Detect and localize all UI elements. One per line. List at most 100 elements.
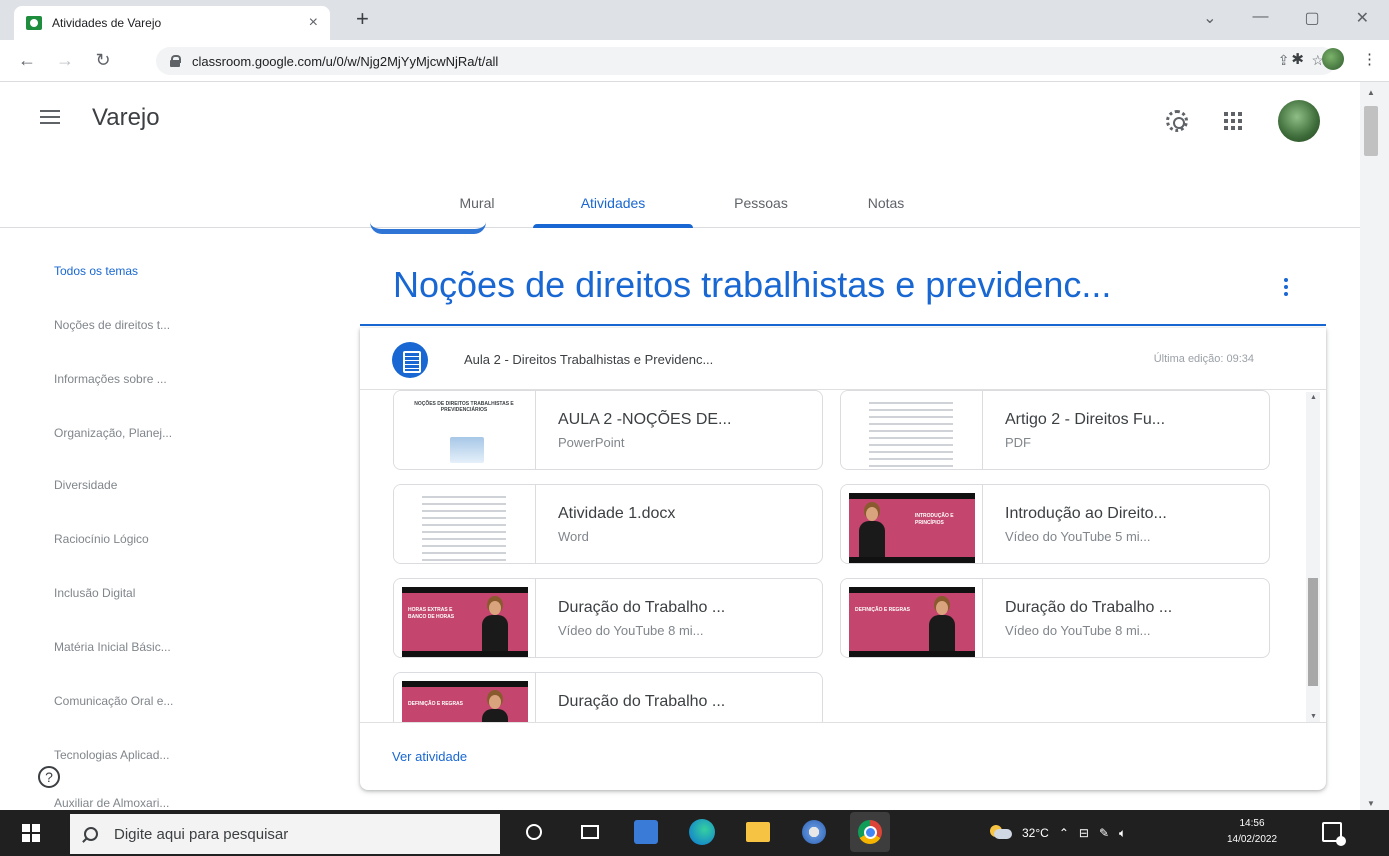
file-explorer-icon[interactable] [746,822,770,842]
assignment-card: Aula 2 - Direitos Trabalhistas e Previde… [360,328,1326,790]
tab-search-icon[interactable]: ⌄ [1203,8,1216,28]
sidebar-item-topic[interactable]: Matéria Inicial Básic... [54,640,171,654]
reload-icon[interactable]: ↻ [92,50,114,71]
taskbar-clock[interactable]: 14:56 14/02/2022 [1220,816,1284,848]
video-thumbnail-caption: DEFINIÇÃO E REGRAS [408,701,464,707]
lock-icon[interactable] [170,55,181,67]
forward-icon[interactable]: → [54,50,76,71]
attachment-type: Vídeo do YouTube 5 mi... [1005,529,1151,544]
attachment-name: Duração do Trabalho ... [558,599,726,616]
sidebar-item-topic[interactable]: Raciocínio Lógico [54,532,149,546]
classroom-favicon-icon [26,16,42,30]
topics-sidebar: Todos os temas Noções de direitos t... I… [0,230,340,810]
task-view-icon[interactable] [581,825,599,839]
attachment-thumbnail: DEFINIÇÃO E REGRAS [394,673,536,722]
scroll-up-arrow-icon[interactable]: ▲ [1310,394,1317,401]
attachment-name: Introdução ao Direito... [1005,505,1167,522]
sidebar-item-topic[interactable]: Noções de direitos t... [54,318,170,332]
attachment-type: Vídeo do YouTube 8 mi... [1005,623,1151,638]
scroll-up-arrow-icon[interactable]: ▲ [1367,88,1375,97]
temperature[interactable]: 32°C [1022,826,1049,840]
windows-start-icon[interactable] [22,824,40,842]
back-icon[interactable]: ← [16,50,38,71]
google-apps-icon[interactable] [1224,112,1242,130]
url-text: classroom.google.com/u/0/w/Njg2MjYyMjcwN… [192,53,499,69]
paint-app-icon[interactable] [802,820,826,844]
page-scrollbar[interactable]: ▲ ▼ [1360,82,1389,810]
chrome-browser-icon[interactable] [850,812,890,852]
attachments-scrollbar[interactable]: ▲ ▼ [1306,392,1320,722]
attachment-card[interactable]: NOÇÕES DE DIREITOS TRABALHISTAS E PREVID… [393,390,823,470]
page-scrollbar-thumb[interactable] [1364,106,1378,156]
news-app-icon[interactable] [634,820,658,844]
scroll-down-arrow-icon[interactable]: ▼ [1310,713,1317,720]
attachment-name: Artigo 2 - Direitos Fu... [1005,411,1166,428]
profile-avatar-icon[interactable] [1322,48,1344,70]
sidebar-item-topic[interactable]: Tecnologias Aplicad... [54,748,169,762]
attachments-scrollbar-thumb[interactable] [1308,578,1318,686]
menu-icon[interactable] [40,110,60,124]
clock-time: 14:56 [1239,818,1265,829]
sidebar-item-topic[interactable]: Diversidade [54,478,117,492]
assignment-header[interactable]: Aula 2 - Direitos Trabalhistas e Previde… [360,328,1326,390]
attachment-thumbnail: HORAS EXTRAS E BANCO DE HORAS [394,579,536,657]
attachment-card[interactable]: Atividade 1.docx Word [393,484,823,564]
video-thumbnail-caption: DEFINIÇÃO E REGRAS [855,607,911,613]
attachment-type: Vídeo do YouTube 8 mi... [558,623,704,638]
sidebar-item-topic[interactable]: Informações sobre ... [54,372,167,386]
view-assignment-link[interactable]: Ver atividade [392,749,467,764]
tab-mural[interactable]: Mural [434,178,520,228]
sidebar-item-topic[interactable]: Auxiliar de Almoxari... [54,796,169,810]
topic-title: Noções de direitos trabalhistas e previd… [393,264,1112,305]
attachment-card[interactable]: DEFINIÇÃO E REGRAS Duração do Trabalho .… [393,672,823,722]
create-button-edge[interactable] [370,222,486,234]
taskbar-search-input[interactable]: Digite aqui para pesquisar [70,814,500,854]
share-icon[interactable]: ⇪ [1278,52,1290,69]
volume-icon[interactable]: 🔈︎ [1119,826,1126,841]
browser-menu-icon[interactable]: ⋮ [1362,50,1377,68]
browser-tab[interactable]: Atividades de Varejo × [14,6,330,40]
sidebar-item-topic[interactable]: Organização, Planej... [54,426,172,440]
attachment-name: Duração do Trabalho ... [558,693,726,710]
video-thumbnail: DEFINIÇÃO E REGRAS [402,681,528,722]
tab-notas[interactable]: Notas [842,178,930,228]
attachment-card[interactable]: HORAS EXTRAS E BANCO DE HORAS Duração do… [393,578,823,658]
sidebar-item-topic[interactable]: Comunicação Oral e... [54,694,173,708]
sidebar-item-topic[interactable]: Inclusão Digital [54,586,135,600]
assignment-footer: Ver atividade [360,722,1326,790]
tab-pessoas[interactable]: Pessoas [708,178,814,228]
pdf-thumbnail [861,397,961,469]
minimize-button[interactable]: — [1252,8,1268,28]
network-icon[interactable]: ⊟ [1079,826,1089,840]
pen-icon[interactable]: ✎ [1099,826,1109,840]
notifications-icon[interactable] [1322,822,1346,846]
new-tab-button[interactable]: + [356,6,369,32]
attachment-card[interactable]: INTRODUÇÃO E PRINCÍPIOS Introdução ao Di… [840,484,1270,564]
attachment-card[interactable]: DEFINIÇÃO E REGRAS Duração do Trabalho .… [840,578,1270,658]
settings-gear-icon[interactable] [1166,110,1188,132]
video-thumbnail: HORAS EXTRAS E BANCO DE HORAS [402,587,528,657]
scroll-down-arrow-icon[interactable]: ▼ [1367,799,1375,808]
help-icon[interactable]: ? [38,766,60,788]
attachment-thumbnail: NOÇÕES DE DIREITOS TRABALHISTAS E PREVID… [394,391,536,469]
address-bar-row: ← → ↻ classroom.google.com/u/0/w/Njg2MjY… [0,40,1389,82]
topic-more-options-icon[interactable] [1284,278,1288,296]
presenter-figure [480,601,510,651]
maximize-button[interactable]: ▢ [1304,8,1319,28]
word-thumbnail [414,491,514,563]
close-window-button[interactable]: ✕ [1356,8,1369,28]
tab-close-icon[interactable]: × [309,14,318,32]
sidebar-item-all-topics[interactable]: Todos os temas [54,264,138,278]
classroom-header: Varejo Mural Atividades Pessoas Notas [0,82,1360,234]
tray-overflow-chevron-icon[interactable]: ⌃ [1059,826,1069,840]
cortana-icon[interactable] [520,818,548,846]
account-avatar[interactable] [1278,100,1320,142]
extensions-puzzle-icon[interactable]: ✱ [1291,50,1304,68]
weather-icon[interactable] [990,825,1012,841]
edge-browser-icon[interactable] [689,819,715,845]
tab-atividades[interactable]: Atividades [533,178,693,228]
slide-illustration-icon [450,437,484,463]
class-name[interactable]: Varejo [92,104,160,132]
attachment-card[interactable]: Artigo 2 - Direitos Fu... PDF [840,390,1270,470]
url-input[interactable]: classroom.google.com/u/0/w/Njg2MjYyMjcwN… [156,47,1336,75]
